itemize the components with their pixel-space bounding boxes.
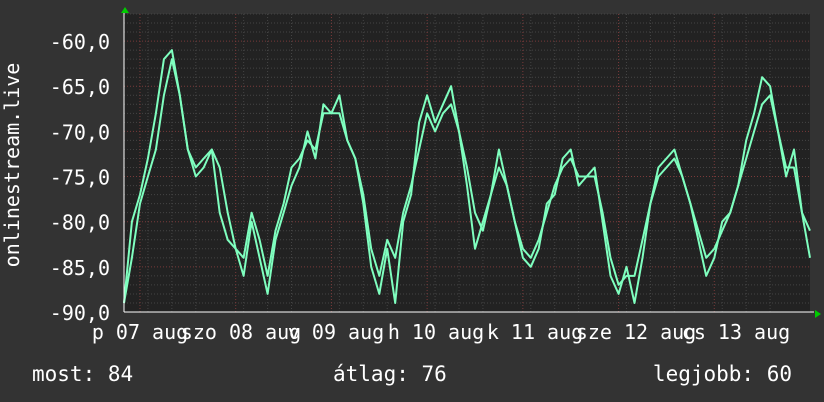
y-axis-label: onlinestream.live: [0, 63, 24, 268]
x-tick-label: cs 13 aug: [682, 320, 790, 344]
stat-best: legjobb: 60: [652, 362, 792, 386]
y-tick-label: -85,0: [50, 256, 110, 280]
y-tick-label: -80,0: [50, 211, 110, 235]
stats-footer: most: 84 átlag: 76 legjobb: 60: [0, 358, 824, 394]
x-tick-label: sze 12 aug: [576, 320, 696, 344]
x-tick-label: k 11 aug: [487, 320, 583, 344]
x-tick-label: p 07 aug: [92, 320, 188, 344]
stat-average: átlag: 76: [333, 362, 447, 386]
stat-current: most: 84: [32, 362, 134, 386]
x-tick-label: h 10 aug: [388, 320, 484, 344]
x-tick-label: v 09 aug: [288, 320, 384, 344]
chart: -60,0-65,0-70,0-75,0-80,0-85,0-90,0 p 07…: [0, 0, 824, 402]
y-tick-label: -70,0: [50, 120, 110, 144]
y-tick-label: -65,0: [50, 75, 110, 99]
y-tick-label: -75,0: [50, 166, 110, 190]
x-tick-label: szo 08 aug: [181, 320, 301, 344]
y-tick-label: -60,0: [50, 30, 110, 54]
x-tick-labels: p 07 augszo 08 augv 09 aug h 10 aug k 11 a…: [92, 320, 790, 344]
